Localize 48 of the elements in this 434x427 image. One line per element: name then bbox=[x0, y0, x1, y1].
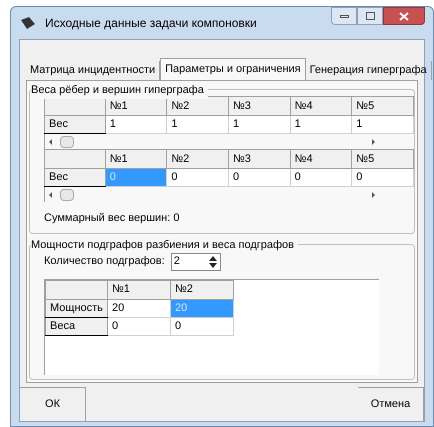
grid-corner bbox=[44, 150, 106, 168]
column-header: №2 bbox=[170, 280, 234, 299]
group-title: Веса рёбер и вершин гиперграфа bbox=[31, 82, 208, 98]
ok-button[interactable]: ОК bbox=[20, 387, 86, 421]
column-header: №3 bbox=[228, 150, 290, 168]
table-cell[interactable]: 1 bbox=[352, 116, 414, 134]
column-header: №4 bbox=[290, 150, 352, 168]
table-cell[interactable]: 0 bbox=[166, 168, 228, 186]
row-header: Мощность bbox=[46, 299, 108, 317]
window-title: Исходные данные задачи компоновки bbox=[45, 15, 257, 32]
scroll-thumb[interactable] bbox=[60, 188, 74, 200]
right-arrow-icon[interactable] bbox=[372, 138, 375, 144]
row-header: Вес bbox=[44, 168, 106, 186]
table-cell[interactable]: 1 bbox=[290, 116, 352, 134]
table-cell[interactable]: 0 bbox=[108, 317, 170, 335]
tab[interactable]: Параметры и ограничения bbox=[160, 58, 306, 80]
total-label: Суммарный вес вершин: 0 bbox=[44, 211, 180, 226]
left-arrow-icon[interactable] bbox=[49, 192, 52, 198]
cancel-button[interactable]: Отмена bbox=[358, 387, 424, 421]
table-cell[interactable]: 20 bbox=[108, 299, 170, 317]
maximize-button[interactable] bbox=[357, 7, 383, 25]
table-cell[interactable]: 1 bbox=[228, 116, 290, 134]
table-cell[interactable]: 0 bbox=[228, 168, 290, 186]
column-header: №1 bbox=[108, 280, 170, 299]
row-header: Вес bbox=[44, 116, 106, 134]
row-header: Веса bbox=[46, 317, 108, 335]
spinner-arrows-icon[interactable] bbox=[208, 254, 218, 268]
right-arrow-icon[interactable] bbox=[372, 192, 375, 198]
close-icon bbox=[399, 12, 409, 20]
left-arrow-icon[interactable] bbox=[49, 138, 52, 144]
table-cell[interactable]: 0 bbox=[352, 168, 414, 186]
count-label: Количество подграфов: bbox=[44, 254, 165, 270]
count-spinner[interactable]: 2 bbox=[170, 252, 221, 270]
table-cell[interactable]: 1 bbox=[105, 116, 167, 134]
group-title: Мощности подграфов разбиения и веса подграфов bbox=[31, 236, 298, 253]
table-cell[interactable]: 0 bbox=[170, 317, 234, 335]
column-header: №1 bbox=[105, 150, 167, 168]
scroll-thumb[interactable] bbox=[60, 136, 74, 148]
table-cell[interactable]: 0 bbox=[290, 168, 352, 186]
column-header: №4 bbox=[290, 96, 352, 116]
minimize-button[interactable] bbox=[331, 7, 357, 25]
column-header: №5 bbox=[352, 150, 414, 168]
column-header: №2 bbox=[166, 150, 228, 168]
chip-icon bbox=[19, 16, 37, 30]
column-header: №5 bbox=[352, 96, 414, 116]
table-cell[interactable]: 1 bbox=[166, 116, 228, 134]
column-header: №3 bbox=[228, 96, 290, 116]
close-button[interactable] bbox=[383, 7, 425, 25]
